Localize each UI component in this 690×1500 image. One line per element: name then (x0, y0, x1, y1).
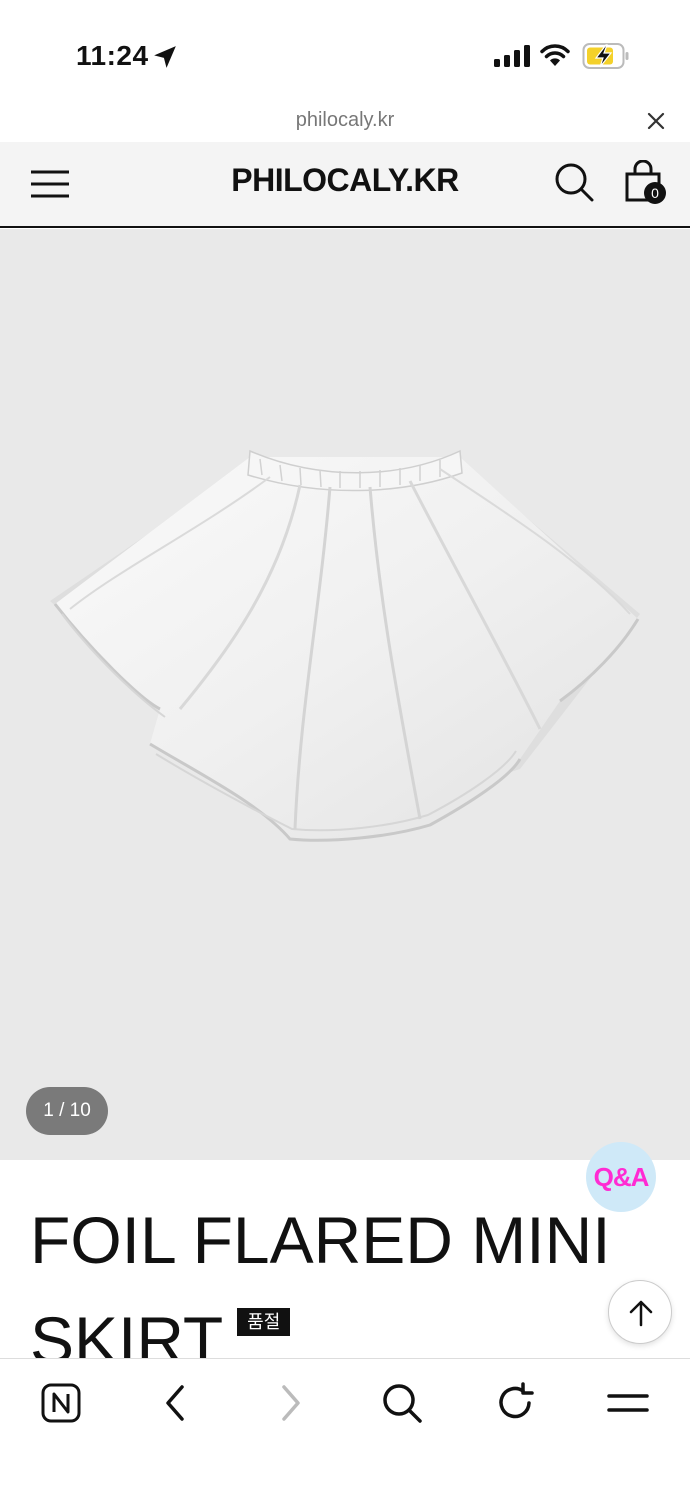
browser-toolbar (0, 1358, 690, 1500)
product-image-carousel[interactable]: 1 / 10 (0, 229, 690, 1160)
site-header: PHILOCALY.KR 0 (0, 142, 690, 228)
cart-count-badge: 0 (644, 182, 666, 204)
status-time: 11:24 (76, 40, 149, 71)
arrow-up-icon (629, 1300, 653, 1327)
location-arrow-icon (154, 46, 176, 68)
search-icon[interactable] (554, 162, 594, 202)
battery-charging-icon (582, 43, 629, 69)
url-bar[interactable]: philocaly.kr (0, 100, 690, 142)
refresh-icon[interactable] (493, 1381, 537, 1425)
naver-icon[interactable] (40, 1381, 84, 1425)
status-bar: 11:24 (0, 0, 690, 100)
product-title: FOIL FLARED MINI SKIRT 품절 (30, 1190, 670, 1360)
search-icon[interactable] (380, 1381, 424, 1425)
wifi-icon (540, 44, 570, 66)
signal-icon (494, 45, 530, 67)
back-icon[interactable] (154, 1381, 198, 1425)
soldout-badge: 품절 (237, 1308, 291, 1336)
forward-icon[interactable] (268, 1381, 312, 1425)
close-icon[interactable] (645, 110, 667, 132)
qa-button[interactable]: Q&A (586, 1142, 656, 1212)
url-domain[interactable]: philocaly.kr (0, 109, 690, 132)
menu-icon[interactable] (606, 1381, 650, 1425)
image-counter: 1 / 10 (26, 1087, 108, 1135)
product-title-text: FOIL FLARED MINI SKIRT (30, 1203, 611, 1360)
scroll-to-top-button[interactable] (608, 1280, 672, 1344)
product-photo (50, 449, 640, 842)
